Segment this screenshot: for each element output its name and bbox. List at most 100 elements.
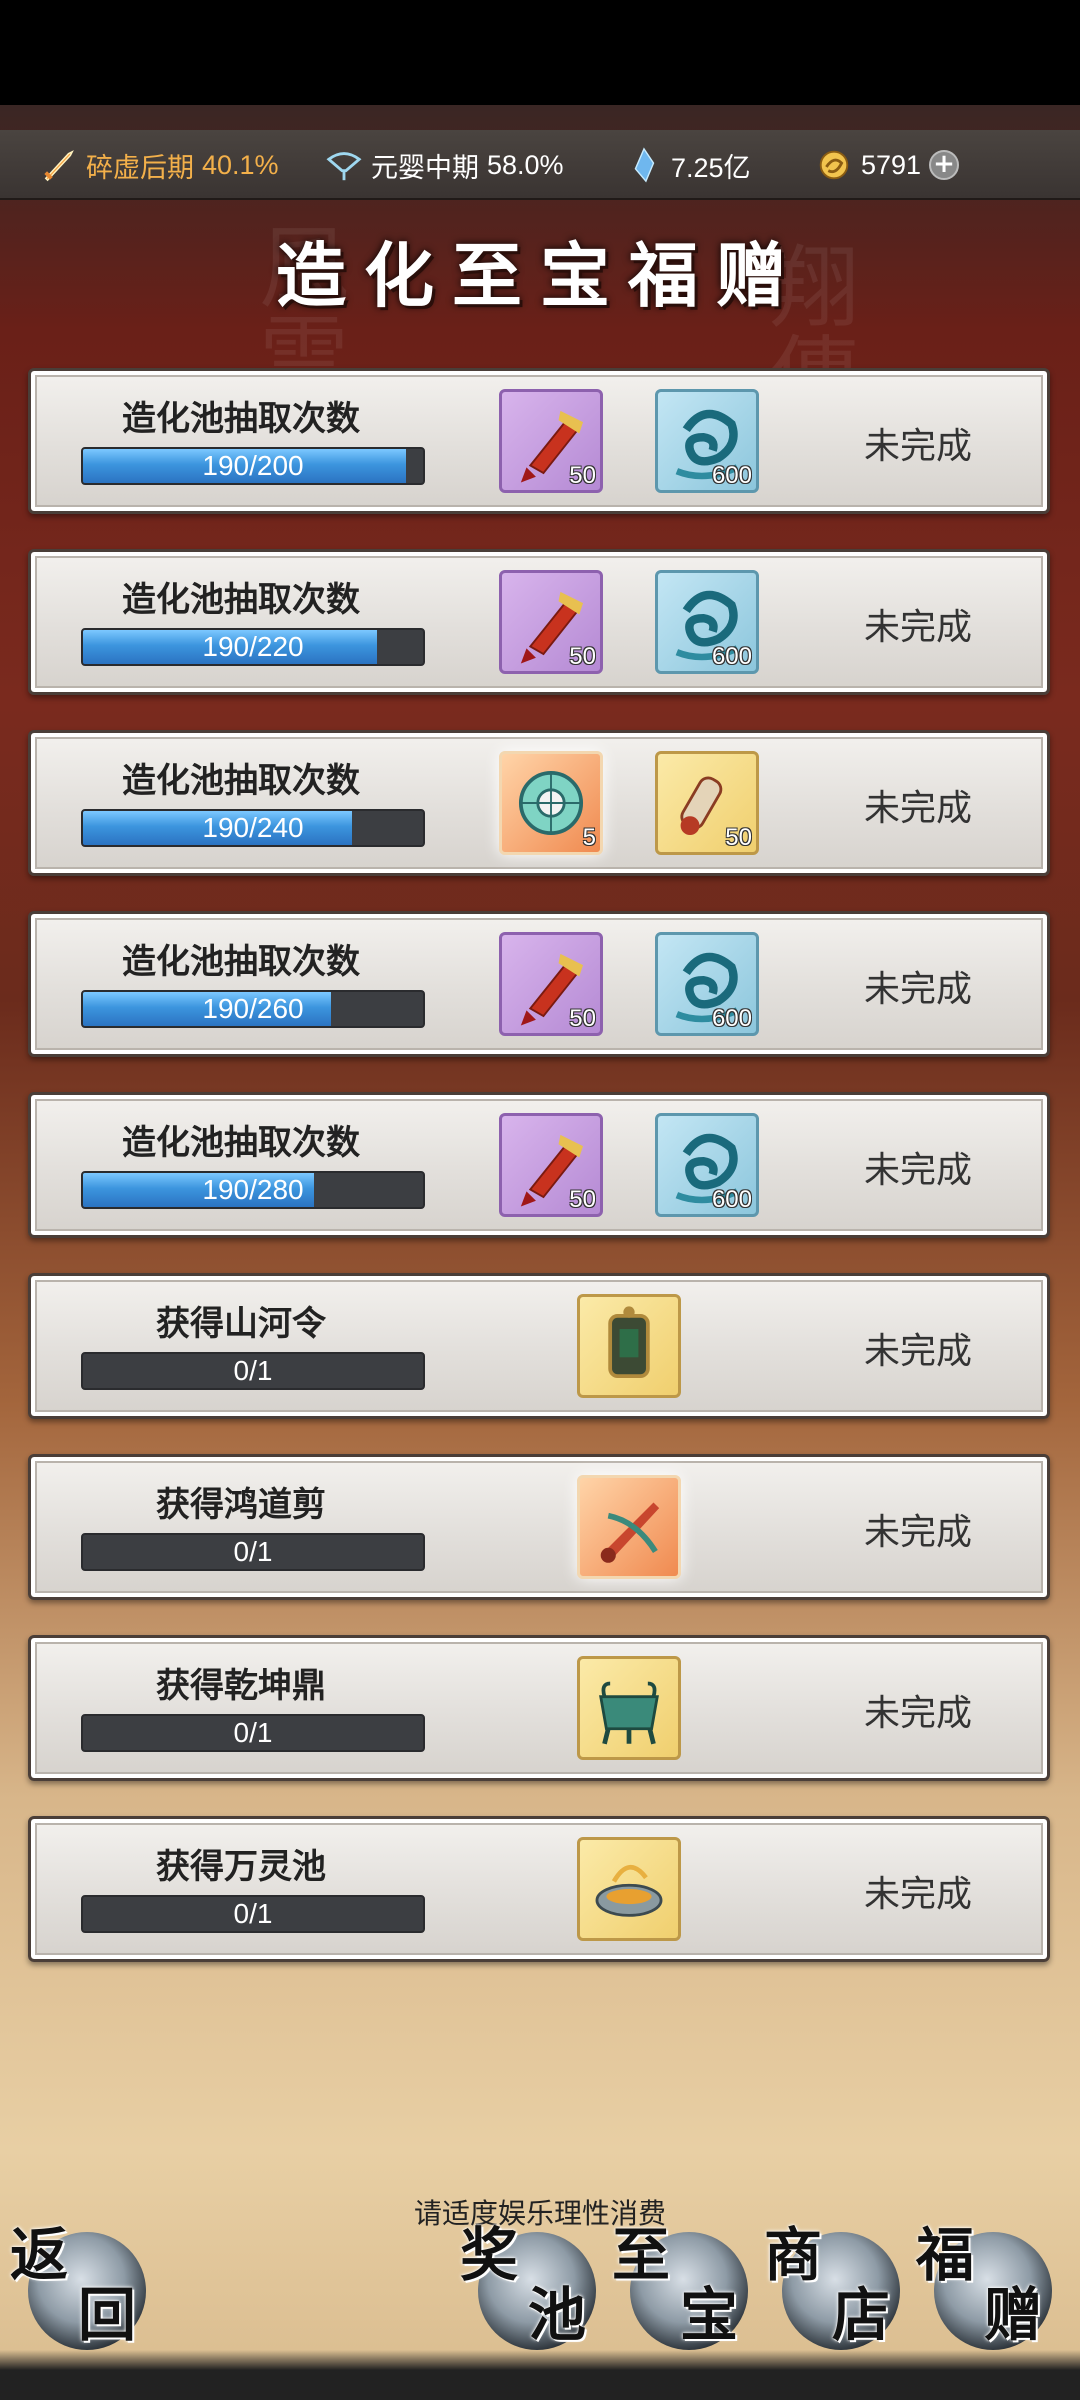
reward-item[interactable]: 600 (655, 570, 759, 674)
reward-item[interactable]: 50 (499, 389, 603, 493)
token-icon (608, 1306, 650, 1379)
task-progress-text: 190/240 (202, 812, 304, 843)
reward-item[interactable] (577, 1294, 681, 1398)
task-label: 造化池抽取次数 (122, 942, 360, 982)
stage-name: 碎虚后期 (86, 152, 194, 183)
treasure-tab-button[interactable]: 至 宝 (612, 2221, 748, 2350)
reward-quantity: 600 (711, 1005, 752, 1032)
pool-tab-button[interactable]: 奖 池 (460, 2221, 596, 2350)
reward-item[interactable] (577, 1656, 681, 1760)
sword-icon (44, 150, 74, 182)
task-progress-bar: 0/1 (81, 1714, 425, 1752)
task-progress-bar: 190/200 (81, 447, 425, 485)
task-status: 未完成 (863, 1512, 972, 1553)
task-progress-text: 190/260 (202, 993, 304, 1024)
task-status: 未完成 (863, 426, 972, 467)
treasure-char-1: 至 (612, 2221, 671, 2289)
reward-quantity: 600 (711, 1186, 752, 1213)
fan-icon (326, 152, 362, 181)
task-label: 造化池抽取次数 (122, 761, 360, 801)
task-progress-bar: 190/280 (81, 1171, 425, 1209)
reward-quantity: 50 (569, 1005, 596, 1032)
task-card: 获得乾坤鼎 0/1 未完成 (28, 1635, 1050, 1781)
reward-quantity: 5 (582, 824, 596, 851)
reward-item[interactable] (577, 1475, 681, 1579)
page-title: 造化至宝福赠 (276, 234, 804, 317)
task-card: 获得鸿道剪 0/1 未完成 (28, 1454, 1050, 1600)
back-button[interactable]: 返 回 (10, 2221, 146, 2350)
back-char-2: 回 (78, 2281, 137, 2349)
reward-quantity: 50 (569, 1186, 596, 1213)
task-progress-bar: 0/1 (81, 1352, 425, 1390)
shop-char-1: 商 (764, 2221, 823, 2289)
task-status: 未完成 (863, 607, 972, 648)
task-label: 获得山河令 (156, 1304, 326, 1344)
shop-tab-button[interactable]: 商 店 (764, 2221, 900, 2350)
task-list: 造化池抽取次数 190/200 50 600 未完成 造化池抽取次数 190/220 50 60… (28, 368, 1050, 1997)
back-char-1: 返 (10, 2221, 69, 2289)
task-progress-bar: 0/1 (81, 1533, 425, 1571)
reward-item[interactable]: 50 (499, 570, 603, 674)
pool-char-1: 奖 (460, 2221, 519, 2289)
task-progress-text: 190/200 (202, 450, 304, 481)
stage-progress: 40.1% (202, 149, 279, 180)
reward-item[interactable]: 50 (655, 751, 759, 855)
coin-icon (819, 150, 849, 180)
cauldron-icon (599, 1681, 659, 1745)
reward-quantity: 50 (569, 462, 596, 489)
crystal-currency[interactable]: 7.25亿 (625, 130, 751, 200)
gift-char-2: 赠 (984, 2281, 1043, 2349)
reward-item[interactable]: 600 (655, 389, 759, 493)
task-progress-text: 190/280 (202, 1174, 304, 1205)
reward-item[interactable]: 600 (655, 1113, 759, 1217)
task-label: 造化池抽取次数 (122, 580, 360, 620)
add-coin-button[interactable]: + (929, 150, 960, 180)
task-card: 造化池抽取次数 190/260 50 600 未完成 (28, 911, 1050, 1057)
crystal-amount: 7.25亿 (671, 152, 751, 183)
task-card: 造化池抽取次数 190/220 50 600 未完成 (28, 549, 1050, 695)
task-progress-text: 0/1 (233, 1355, 273, 1386)
shears-icon (600, 1502, 660, 1563)
task-progress-bar: 0/1 (81, 1895, 425, 1933)
reward-quantity: 600 (711, 462, 752, 489)
task-progress-text: 190/220 (202, 631, 304, 662)
shop-char-2: 店 (832, 2281, 891, 2349)
task-card: 获得山河令 0/1 未完成 (28, 1273, 1050, 1419)
task-label: 造化池抽取次数 (122, 1123, 360, 1163)
task-label: 造化池抽取次数 (122, 399, 360, 439)
reward-item[interactable]: 600 (655, 932, 759, 1036)
coin-currency[interactable]: 5791 + (815, 130, 960, 200)
task-label: 获得乾坤鼎 (156, 1666, 326, 1706)
resource-bar: 碎虚后期 40.1% 元婴中期 58.0% 7.25亿 5791 + (0, 130, 1080, 200)
task-label: 获得万灵池 (156, 1847, 326, 1887)
task-label: 获得鸿道剪 (156, 1485, 326, 1525)
task-card: 获得万灵池 0/1 未完成 (28, 1816, 1050, 1962)
coin-amount: 5791 (861, 149, 922, 180)
gift-char-1: 福 (916, 2221, 975, 2289)
app-screen: 風雲 翔傳 碎虚后期 40.1% 元婴中期 58.0% 7.25亿 5791 +… (0, 0, 1080, 2400)
task-progress-text: 0/1 (233, 1717, 273, 1748)
reward-item[interactable]: 50 (499, 1113, 603, 1217)
task-progress-text: 0/1 (233, 1898, 273, 1929)
reward-item[interactable] (577, 1837, 681, 1941)
cultivation-stage-1[interactable]: 碎虚后期 40.1% (40, 130, 279, 200)
task-status: 未完成 (863, 1150, 972, 1191)
reward-item[interactable]: 50 (499, 932, 603, 1036)
cultivation-stage-2[interactable]: 元婴中期 58.0% (325, 130, 564, 200)
task-status: 未完成 (863, 969, 972, 1010)
task-status: 未完成 (863, 788, 972, 829)
reward-quantity: 50 (725, 824, 752, 851)
task-status: 未完成 (863, 1331, 972, 1372)
task-progress-bar: 190/240 (81, 809, 425, 847)
reward-quantity: 600 (711, 643, 752, 670)
pool-icon (595, 1864, 663, 1917)
stage-name: 元婴中期 (371, 152, 479, 183)
task-progress-bar: 190/260 (81, 990, 425, 1028)
pool-char-2: 池 (528, 2281, 587, 2349)
task-card: 造化池抽取次数 190/200 50 600 未完成 (28, 368, 1050, 514)
task-card: 造化池抽取次数 190/280 50 600 未完成 (28, 1092, 1050, 1238)
gift-tab-button[interactable]: 福 赠 (916, 2221, 1052, 2350)
treasure-char-2: 宝 (680, 2281, 739, 2349)
reward-item[interactable]: 5 (499, 751, 603, 855)
task-progress-text: 0/1 (233, 1536, 273, 1567)
